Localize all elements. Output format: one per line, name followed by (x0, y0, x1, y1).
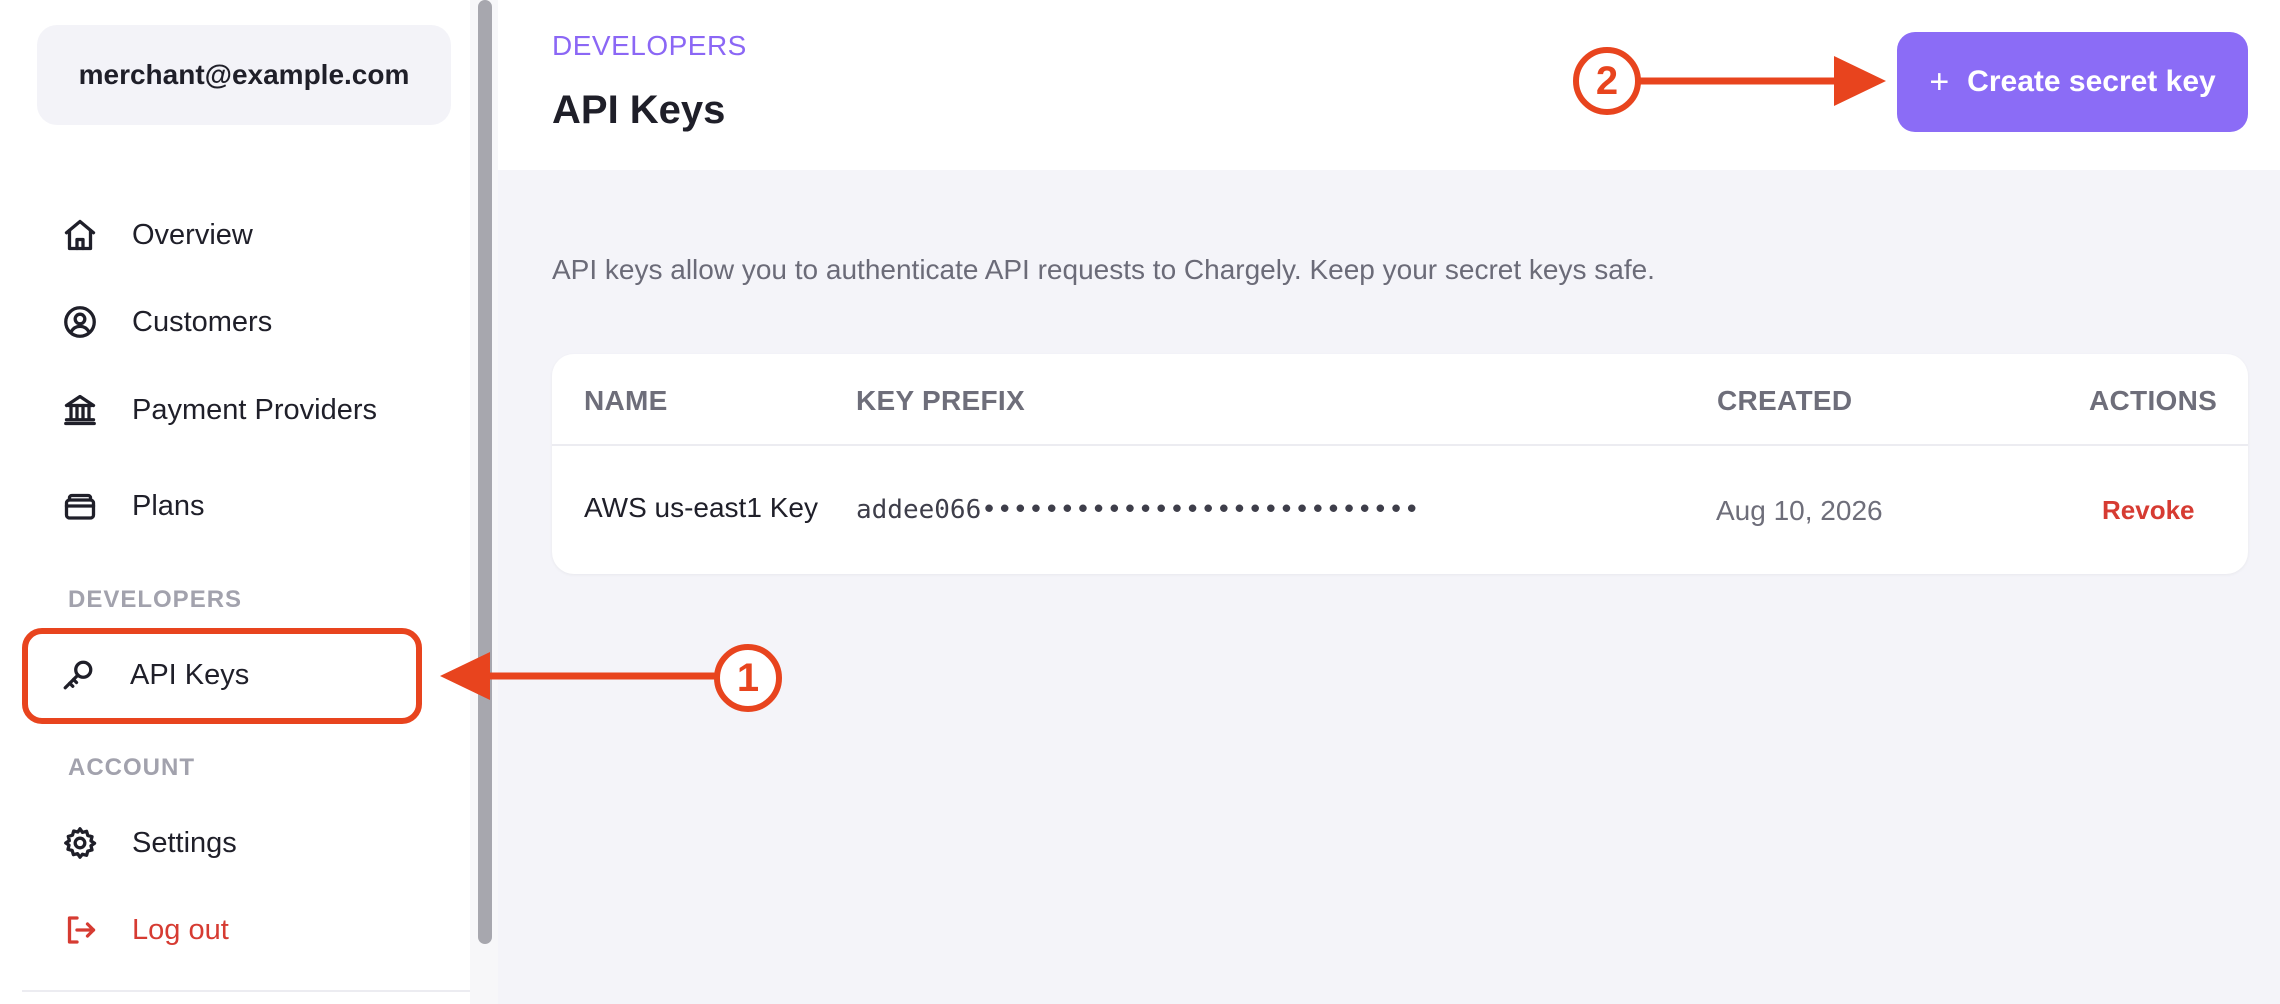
gear-icon (60, 823, 100, 863)
sidebar-scrollbar-thumb[interactable] (478, 0, 492, 944)
key-prefix-cell: addee066•••••••••••••••••••••••••••• (856, 495, 1420, 525)
created-date-cell: Aug 10, 2026 (1716, 495, 1883, 526)
callout-number-2: 2 (1595, 58, 1619, 103)
column-header-actions: ACTIONS (2089, 385, 2218, 416)
home-icon (60, 215, 100, 255)
sidebar-item-payment-providers[interactable]: Payment Providers (60, 380, 377, 440)
sidebar-item-customers[interactable]: Customers (60, 292, 272, 352)
page-description: API keys allow you to authenticate API r… (552, 254, 1655, 285)
sidebar-item-label: Log out (132, 913, 229, 946)
create-secret-key-button[interactable]: + Create secret key (1897, 32, 2248, 132)
account-email-pill[interactable]: merchant@example.com (37, 25, 451, 125)
column-header-name: NAME (584, 385, 668, 416)
sidebar-item-label: Payment Providers (132, 393, 377, 426)
sidebar-item-plans[interactable]: Plans (60, 476, 205, 536)
sidebar-item-label: Overview (132, 218, 253, 251)
divider (552, 444, 2248, 446)
page-title: API Keys (552, 88, 726, 132)
bank-icon (60, 390, 100, 430)
revoke-button[interactable]: Revoke (2102, 495, 2195, 526)
column-header-created: CREATED (1717, 385, 1853, 416)
divider (22, 990, 470, 992)
callout-number-1: 1 (736, 655, 760, 700)
sidebar-item-logout[interactable]: Log out (60, 900, 229, 960)
plus-icon: + (1929, 63, 1950, 101)
key-name-cell: AWS us-east1 Key (584, 492, 818, 523)
sidebar: merchant@example.com Overview Customers … (0, 0, 470, 1004)
api-keys-table (552, 354, 2248, 574)
sidebar-item-settings[interactable]: Settings (60, 813, 237, 873)
section-label-developers: DEVELOPERS (68, 586, 243, 613)
sidebar-item-label: Customers (132, 305, 273, 338)
wallet-icon (60, 486, 100, 526)
sidebar-item-label: Settings (132, 826, 237, 859)
section-label-account: ACCOUNT (68, 754, 195, 781)
logout-icon (60, 910, 100, 950)
column-header-key-prefix: KEY PREFIX (856, 385, 1025, 416)
user-circle-icon (60, 302, 100, 342)
page-eyebrow: DEVELOPERS (552, 30, 747, 61)
sidebar-item-label: Plans (132, 489, 205, 522)
sidebar-item-overview[interactable]: Overview (60, 205, 253, 265)
create-secret-key-label: Create secret key (1967, 65, 2216, 98)
annotation-highlight-box (22, 628, 422, 724)
